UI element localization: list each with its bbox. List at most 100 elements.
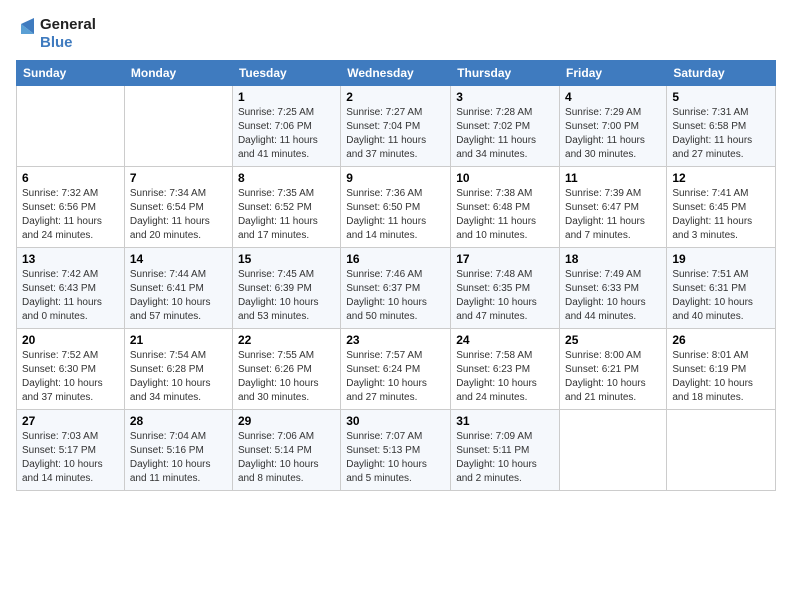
day-number: 21: [130, 333, 227, 347]
day-info: Sunrise: 7:57 AMSunset: 6:24 PMDaylight:…: [346, 349, 445, 405]
day-info: Sunrise: 7:39 AMSunset: 6:47 PMDaylight:…: [565, 187, 661, 243]
day-number: 17: [456, 252, 554, 266]
day-info: Sunrise: 7:04 AMSunset: 5:16 PMDaylight:…: [130, 430, 227, 486]
calendar-cell: 30Sunrise: 7:07 AMSunset: 5:13 PMDayligh…: [341, 410, 451, 491]
day-info: Sunrise: 7:58 AMSunset: 6:23 PMDaylight:…: [456, 349, 554, 405]
calendar-cell: 27 Sunrise: 7:03 AMSunset: 5:17 PMDayligh…: [17, 410, 125, 491]
day-number: 28: [130, 414, 227, 428]
calendar-cell: 5Sunrise: 7:31 AMSunset: 6:58 PMDaylight…: [667, 86, 776, 167]
calendar-cell: 12Sunrise: 7:41 AMSunset: 6:45 PMDayligh…: [667, 167, 776, 248]
day-info: Sunrise: 7:44 AMSunset: 6:41 PMDaylight:…: [130, 268, 227, 324]
day-number: 22: [238, 333, 335, 347]
day-info: Sunrise: 7:32 AMSunset: 6:56 PMDaylight:…: [22, 187, 119, 243]
day-number: 2: [346, 90, 445, 104]
calendar-cell: 17 Sunrise: 7:48 AMSunset: 6:35 PMDayligh…: [451, 248, 560, 329]
calendar-cell: 13 Sunrise: 7:42 AMSunset: 6:43 PMDayligh…: [17, 248, 125, 329]
day-number: 4: [565, 90, 661, 104]
calendar-cell: 20 Sunrise: 7:52 AMSunset: 6:30 PMDayligh…: [17, 329, 125, 410]
day-info: Sunrise: 7:03 AMSunset: 5:17 PMDaylight:…: [22, 430, 119, 486]
calendar-cell: 11 Sunrise: 7:39 AMSunset: 6:47 PMDayligh…: [560, 167, 667, 248]
day-number: 23: [346, 333, 445, 347]
day-number: 18: [565, 252, 661, 266]
day-info: Sunrise: 7:35 AMSunset: 6:52 PMDaylight:…: [238, 187, 335, 243]
day-number: 29: [238, 414, 335, 428]
col-header-monday: Monday: [124, 61, 232, 86]
day-number: 7: [130, 171, 227, 185]
calendar-table: SundayMondayTuesdayWednesdayThursdayFrid…: [16, 60, 776, 491]
col-header-tuesday: Tuesday: [232, 61, 340, 86]
col-header-friday: Friday: [560, 61, 667, 86]
calendar-week-2: 6 Sunrise: 7:32 AMSunset: 6:56 PMDaylight…: [17, 167, 776, 248]
calendar-cell: 3 Sunrise: 7:28 AMSunset: 7:02 PMDaylight…: [451, 86, 560, 167]
calendar-cell: [17, 86, 125, 167]
calendar-week-1: 1 Sunrise: 7:25 AMSunset: 7:06 PMDaylight…: [17, 86, 776, 167]
day-info: Sunrise: 7:46 AMSunset: 6:37 PMDaylight:…: [346, 268, 445, 324]
day-number: 14: [130, 252, 227, 266]
calendar-cell: 31Sunrise: 7:09 AMSunset: 5:11 PMDayligh…: [451, 410, 560, 491]
calendar-cell: 21Sunrise: 7:54 AMSunset: 6:28 PMDayligh…: [124, 329, 232, 410]
col-header-thursday: Thursday: [451, 61, 560, 86]
col-header-sunday: Sunday: [17, 61, 125, 86]
day-info: Sunrise: 7:07 AMSunset: 5:13 PMDaylight:…: [346, 430, 445, 486]
day-number: 16: [346, 252, 445, 266]
day-info: Sunrise: 7:52 AMSunset: 6:30 PMDaylight:…: [22, 349, 119, 405]
calendar-cell: 15 Sunrise: 7:45 AMSunset: 6:39 PMDayligh…: [232, 248, 340, 329]
day-info: Sunrise: 7:28 AMSunset: 7:02 PMDaylight:…: [456, 106, 554, 162]
day-info: Sunrise: 7:49 AMSunset: 6:33 PMDaylight:…: [565, 268, 661, 324]
day-number: 25: [565, 333, 661, 347]
calendar-cell: 7Sunrise: 7:34 AMSunset: 6:54 PMDaylight…: [124, 167, 232, 248]
day-info: Sunrise: 7:45 AMSunset: 6:39 PMDaylight:…: [238, 268, 335, 324]
calendar-cell: [124, 86, 232, 167]
calendar-cell: 8 Sunrise: 7:35 AMSunset: 6:52 PMDaylight…: [232, 167, 340, 248]
calendar-cell: 1 Sunrise: 7:25 AMSunset: 7:06 PMDaylight…: [232, 86, 340, 167]
calendar-cell: 14 Sunrise: 7:44 AMSunset: 6:41 PMDayligh…: [124, 248, 232, 329]
calendar-cell: 24 Sunrise: 7:58 AMSunset: 6:23 PMDayligh…: [451, 329, 560, 410]
day-info: Sunrise: 7:29 AMSunset: 7:00 PMDaylight:…: [565, 106, 661, 162]
day-info: Sunrise: 7:25 AMSunset: 7:06 PMDaylight:…: [238, 106, 335, 162]
calendar-week-3: 13 Sunrise: 7:42 AMSunset: 6:43 PMDayligh…: [17, 248, 776, 329]
day-number: 20: [22, 333, 119, 347]
calendar-cell: 4 Sunrise: 7:29 AMSunset: 7:00 PMDaylight…: [560, 86, 667, 167]
calendar-cell: 6 Sunrise: 7:32 AMSunset: 6:56 PMDaylight…: [17, 167, 125, 248]
day-number: 11: [565, 171, 661, 185]
logo-bird-icon: [16, 16, 36, 52]
calendar-cell: 23 Sunrise: 7:57 AMSunset: 6:24 PMDayligh…: [341, 329, 451, 410]
day-number: 9: [346, 171, 445, 185]
day-number: 19: [672, 252, 770, 266]
calendar-week-5: 27 Sunrise: 7:03 AMSunset: 5:17 PMDayligh…: [17, 410, 776, 491]
day-number: 3: [456, 90, 554, 104]
day-info: Sunrise: 7:55 AMSunset: 6:26 PMDaylight:…: [238, 349, 335, 405]
day-info: Sunrise: 7:41 AMSunset: 6:45 PMDaylight:…: [672, 187, 770, 243]
page-header: GeneralBlue: [16, 16, 776, 52]
day-info: Sunrise: 7:27 AMSunset: 7:04 PMDaylight:…: [346, 106, 445, 162]
day-number: 13: [22, 252, 119, 266]
day-info: Sunrise: 7:51 AMSunset: 6:31 PMDaylight:…: [672, 268, 770, 324]
day-info: Sunrise: 7:09 AMSunset: 5:11 PMDaylight:…: [456, 430, 554, 486]
calendar-cell: 2 Sunrise: 7:27 AMSunset: 7:04 PMDaylight…: [341, 86, 451, 167]
day-number: 1: [238, 90, 335, 104]
day-number: 15: [238, 252, 335, 266]
calendar-cell: 10Sunrise: 7:38 AMSunset: 6:48 PMDayligh…: [451, 167, 560, 248]
day-number: 24: [456, 333, 554, 347]
day-number: 27: [22, 414, 119, 428]
day-info: Sunrise: 8:00 AMSunset: 6:21 PMDaylight:…: [565, 349, 661, 405]
calendar-cell: 26Sunrise: 8:01 AMSunset: 6:19 PMDayligh…: [667, 329, 776, 410]
day-info: Sunrise: 7:42 AMSunset: 6:43 PMDaylight:…: [22, 268, 119, 324]
calendar-cell: 25 Sunrise: 8:00 AMSunset: 6:21 PMDayligh…: [560, 329, 667, 410]
day-number: 8: [238, 171, 335, 185]
logo-text: GeneralBlue: [40, 16, 96, 52]
calendar-week-4: 20 Sunrise: 7:52 AMSunset: 6:30 PMDayligh…: [17, 329, 776, 410]
calendar-cell: 19 Sunrise: 7:51 AMSunset: 6:31 PMDayligh…: [667, 248, 776, 329]
calendar-header: SundayMondayTuesdayWednesdayThursdayFrid…: [17, 61, 776, 86]
day-info: Sunrise: 8:01 AMSunset: 6:19 PMDaylight:…: [672, 349, 770, 405]
day-info: Sunrise: 7:48 AMSunset: 6:35 PMDaylight:…: [456, 268, 554, 324]
calendar-cell: 9Sunrise: 7:36 AMSunset: 6:50 PMDaylight…: [341, 167, 451, 248]
day-number: 6: [22, 171, 119, 185]
day-info: Sunrise: 7:38 AMSunset: 6:48 PMDaylight:…: [456, 187, 554, 243]
calendar-cell: [667, 410, 776, 491]
day-info: Sunrise: 7:31 AMSunset: 6:58 PMDaylight:…: [672, 106, 770, 162]
calendar-cell: 29Sunrise: 7:06 AMSunset: 5:14 PMDayligh…: [232, 410, 340, 491]
logo: GeneralBlue: [16, 16, 96, 52]
col-header-saturday: Saturday: [667, 61, 776, 86]
calendar-cell: 18 Sunrise: 7:49 AMSunset: 6:33 PMDayligh…: [560, 248, 667, 329]
